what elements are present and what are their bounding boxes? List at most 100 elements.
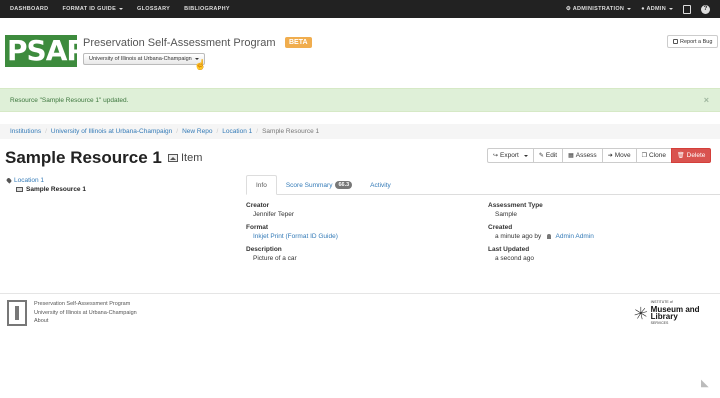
university-logo — [7, 300, 27, 326]
description-value: Picture of a car — [253, 255, 297, 262]
created-by-link[interactable]: Admin Admin — [556, 233, 594, 240]
page-title: Sample Resource 1 — [5, 148, 162, 167]
chevron-down-icon — [627, 7, 632, 10]
location-tree: Location 1 Sample Resource 1 — [5, 176, 86, 194]
export-icon: ↪ — [493, 153, 499, 159]
breadcrumb-institution[interactable]: University of Illinois at Urbana-Champai… — [51, 128, 172, 135]
psap-logo[interactable]: PSAP — [5, 35, 77, 67]
imls-main: Museum and Library — [650, 305, 700, 321]
nav-administration-label: ADMINISTRATION — [572, 6, 625, 12]
tree-location-link[interactable]: Location 1 — [14, 177, 44, 184]
report-bug-label: Report a Bug — [680, 38, 713, 45]
breadcrumb-separator: / — [176, 128, 179, 135]
tree-resource-label: Sample Resource 1 — [26, 186, 86, 193]
description-label: Description — [246, 246, 282, 253]
app-title: Preservation Self-Assessment Program — [83, 37, 276, 49]
edit-button[interactable]: ✎ Edit — [532, 148, 564, 163]
score-badge: 66.3 — [335, 181, 353, 189]
map-marker-icon — [5, 177, 13, 184]
nav-user-menu[interactable]: ● ADMIN — [641, 6, 673, 12]
breadcrumb: Institutions / University of Illinois at… — [0, 124, 720, 139]
last-updated-label: Last Updated — [488, 246, 530, 253]
help-icon[interactable]: ? — [701, 4, 710, 14]
image-icon — [168, 154, 178, 162]
assessment-type-label: Assessment Type — [488, 202, 543, 209]
export-button[interactable]: ↪ Export — [487, 148, 534, 163]
close-icon[interactable]: × — [704, 95, 709, 105]
imls-bottom: SERVICES — [650, 321, 669, 325]
user-icon — [547, 233, 552, 239]
chevron-down-icon — [669, 7, 673, 10]
description-field: Description Picture of a car — [246, 246, 297, 264]
breadcrumb-separator: / — [45, 128, 47, 135]
copy-icon: ❐ — [641, 153, 648, 159]
clone-button[interactable]: ❐ Clone — [635, 148, 672, 163]
tree-resource[interactable]: Sample Resource 1 — [7, 185, 86, 194]
nav-dashboard[interactable]: DASHBOARD — [10, 6, 56, 12]
footer-program: Preservation Self-Assessment Program — [34, 301, 131, 307]
footer-divider — [0, 293, 720, 294]
institution-selector-label: University of Illinois at Urbana-Champai… — [89, 56, 192, 62]
creator-value: Jennifer Teper — [253, 211, 295, 218]
nav-administration[interactable]: ⚙ ADMINISTRATION — [565, 6, 632, 12]
chevron-down-icon — [119, 7, 124, 10]
tab-activity[interactable]: Activity — [361, 175, 400, 195]
last-updated-value: a second ago — [495, 255, 535, 262]
imls-text: INSTITUTE of Museum and Library SERVICES — [651, 299, 710, 327]
breadcrumb-current: Sample Resource 1 — [262, 128, 320, 135]
export-label: Export — [500, 152, 519, 159]
gear-icon: ⚙ — [565, 6, 573, 12]
edit-label: Edit — [545, 152, 558, 159]
resource-type: Item — [168, 152, 202, 164]
breadcrumb-institutions[interactable]: Institutions — [10, 128, 41, 135]
format-link[interactable]: Inkjet Print (Format ID Guide) — [253, 233, 338, 240]
breadcrumb-location[interactable]: Location 1 — [222, 128, 252, 135]
tree-location[interactable]: Location 1 — [5, 176, 86, 185]
imls-logo[interactable]: INSTITUTE of Museum and Library SERVICES — [634, 300, 710, 326]
nav-bibliography[interactable]: BIBLIOGRAPHY — [184, 6, 238, 12]
assess-button[interactable]: ▦ Assess — [562, 148, 603, 163]
delete-button[interactable]: 🗑 Delete — [671, 148, 712, 163]
nav-glossary[interactable]: GLOSSARY — [137, 6, 178, 12]
institution-selector[interactable]: University of Illinois at Urbana-Champai… — [83, 53, 205, 65]
pointer-cursor-icon: ☝ — [194, 60, 207, 71]
delete-label: Delete — [686, 152, 706, 159]
tab-score-summary[interactable]: Score Summary 66.3 — [277, 175, 361, 195]
trash-icon: 🗑 — [677, 153, 685, 159]
top-navbar: DASHBOARD FORMAT ID GUIDE GLOSSARY BIBLI… — [0, 0, 720, 18]
created-field: Created a minute ago by Admin Admin — [488, 224, 594, 242]
tab-score-summary-label: Score Summary — [285, 181, 333, 189]
tab-info[interactable]: Info — [246, 175, 277, 195]
creator-label: Creator — [246, 202, 270, 209]
assessment-type-field: Assessment Type Sample — [488, 202, 543, 220]
last-updated-field: Last Updated a second ago — [488, 246, 534, 264]
format-label: Format — [246, 224, 269, 231]
move-button[interactable]: ➜ Move — [601, 148, 637, 163]
footer-about-link[interactable]: About — [34, 317, 137, 326]
created-value: a minute ago by — [495, 233, 542, 240]
assessment-type-value: Sample — [495, 211, 518, 218]
footer-university: University of Illinois at Urbana-Champai… — [34, 309, 137, 316]
created-label: Created — [488, 224, 513, 231]
footer-text: Preservation Self-Assessment Program Uni… — [34, 300, 137, 326]
assess-label: Assess — [575, 152, 597, 159]
book-icon[interactable] — [683, 4, 691, 14]
success-alert: Resource "Sample Resource 1" updated. × — [0, 88, 720, 112]
arrow-right-icon: ➜ — [607, 153, 613, 159]
beta-badge: BETA — [285, 37, 312, 48]
creator-field: Creator Jennifer Teper — [246, 202, 294, 220]
breadcrumb-separator: / — [256, 128, 259, 135]
action-button-group: ↪ Export ✎ Edit ▦ Assess ➜ Move ❐ Clone … — [487, 148, 712, 163]
image-icon — [16, 187, 23, 192]
alert-message: Resource "Sample Resource 1" updated. — [10, 96, 129, 104]
report-bug-button[interactable]: Report a Bug — [667, 35, 719, 48]
imls-burst-icon — [634, 306, 648, 320]
breadcrumb-repository[interactable]: New Repo — [182, 128, 212, 135]
pencil-icon: ✎ — [538, 153, 544, 159]
scroll-arrow-icon[interactable]: ◣ — [701, 378, 713, 390]
nav-format-id-guide[interactable]: FORMAT ID GUIDE — [62, 6, 131, 12]
grid-icon: ▦ — [568, 153, 574, 159]
resource-type-label: Item — [181, 152, 203, 164]
chevron-down-icon — [523, 154, 528, 157]
nav-format-id-guide-label: FORMAT ID GUIDE — [62, 6, 117, 12]
